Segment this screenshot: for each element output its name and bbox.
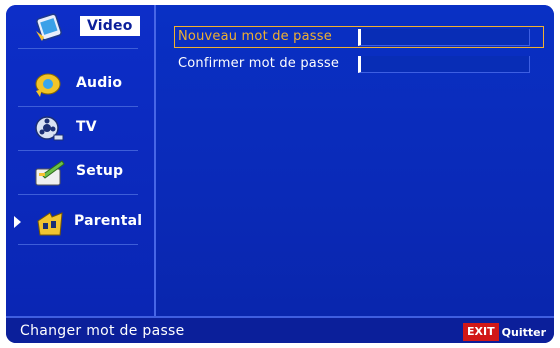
sidebar-item-label: Parental bbox=[74, 213, 143, 229]
exit-label: Quitter bbox=[501, 325, 546, 339]
sidebar-item-label: Setup bbox=[76, 163, 124, 179]
exit-hint[interactable]: EXIT Quitter bbox=[463, 323, 546, 341]
selection-pointer-icon bbox=[14, 216, 21, 228]
sidebar-item-label: Video bbox=[80, 16, 140, 36]
sidebar-item-audio[interactable]: Audio bbox=[6, 63, 152, 107]
new-password-label: Nouveau mot de passe bbox=[178, 29, 332, 44]
new-password-input[interactable] bbox=[358, 29, 530, 46]
confirm-password-label: Confirmer mot de passe bbox=[178, 56, 340, 71]
divider bbox=[18, 244, 138, 245]
tv-icon bbox=[32, 113, 66, 145]
sidebar-item-setup[interactable]: Setup bbox=[6, 151, 152, 195]
divider bbox=[18, 194, 138, 195]
parental-icon bbox=[32, 207, 66, 239]
password-panel: Nouveau mot de passe Confirmer mot de pa… bbox=[156, 5, 554, 316]
new-password-row[interactable]: Nouveau mot de passe bbox=[174, 26, 544, 48]
confirm-password-row[interactable]: Confirmer mot de passe bbox=[174, 53, 544, 75]
sidebar-item-tv[interactable]: TV bbox=[6, 107, 152, 151]
sidebar-item-label: TV bbox=[76, 119, 97, 135]
audio-icon bbox=[32, 69, 66, 101]
sidebar-item-label: Audio bbox=[76, 75, 123, 91]
sidebar-item-parental[interactable]: Parental bbox=[6, 201, 152, 245]
video-icon bbox=[32, 11, 66, 43]
confirm-password-input[interactable] bbox=[358, 56, 530, 73]
status-bar: Changer mot de passe EXIT Quitter bbox=[6, 316, 554, 343]
sidebar-item-video[interactable]: Video bbox=[6, 5, 152, 49]
sidebar-menu: Video Audio TV Setup Parental bbox=[6, 5, 156, 316]
osd-frame: Video Audio TV Setup Parental Nouveau mo… bbox=[6, 5, 554, 343]
tv-osd-screen: Video Audio TV Setup Parental Nouveau mo… bbox=[0, 0, 560, 348]
status-text: Changer mot de passe bbox=[20, 323, 185, 339]
setup-icon bbox=[32, 157, 66, 189]
exit-key: EXIT bbox=[463, 323, 499, 341]
divider bbox=[18, 48, 138, 49]
